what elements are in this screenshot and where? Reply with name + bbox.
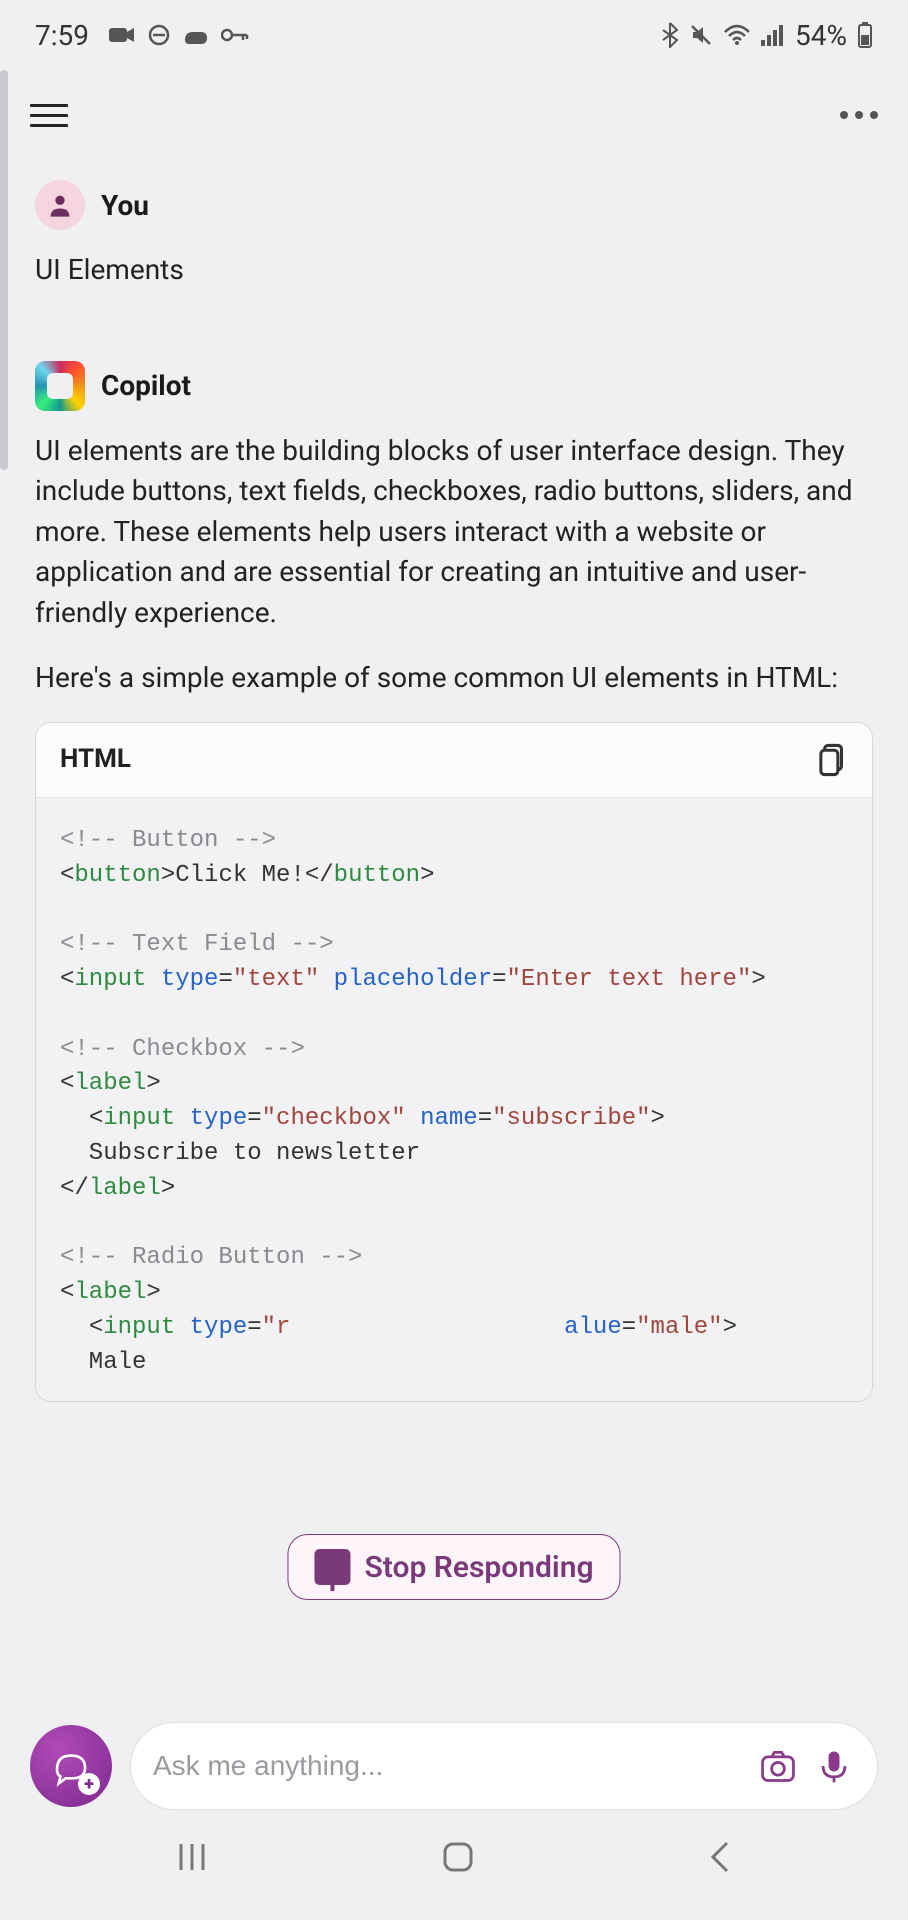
copy-code-button[interactable] [818, 743, 848, 777]
user-message: You UI Elements [35, 180, 873, 291]
code-language-label: HTML [60, 741, 131, 779]
message-input-container[interactable] [130, 1722, 878, 1810]
app-header [0, 70, 908, 160]
camera-button[interactable] [757, 1745, 799, 1787]
android-nav-bar [0, 1810, 908, 1920]
stop-responding-label: Stop Responding [364, 1550, 593, 1585]
assistant-message: Copilot UI elements are the building blo… [35, 361, 873, 1402]
code-block: HTML <!-- Button --> <button>Click Me!</… [35, 722, 873, 1401]
stop-responding-button[interactable]: Stop Responding [287, 1534, 620, 1600]
home-button[interactable] [440, 1839, 476, 1879]
assistant-paragraph: UI elements are the building blocks of u… [35, 431, 873, 634]
cast-icon [183, 24, 209, 46]
signal-icon [761, 24, 785, 46]
more-options-button[interactable] [840, 111, 878, 119]
wifi-icon [723, 24, 751, 46]
bluetooth-icon [661, 22, 679, 48]
battery-percent: 54% [795, 19, 847, 52]
status-left: 7:59 [35, 19, 249, 52]
status-right: 54% [661, 19, 873, 52]
user-name-label: You [101, 189, 149, 222]
mute-icon [689, 23, 713, 47]
back-button[interactable] [707, 1839, 733, 1879]
message-input[interactable] [153, 1750, 743, 1782]
chat-scroll-area[interactable]: You UI Elements Copilot UI elements are … [0, 160, 908, 1660]
plus-icon: + [78, 1773, 100, 1795]
copilot-avatar [35, 361, 85, 411]
do-not-disturb-icon [147, 23, 171, 47]
status-time: 7:59 [35, 19, 89, 52]
user-message-text: UI Elements [35, 250, 873, 291]
code-content: <!-- Button --> <button>Click Me!</butto… [36, 798, 872, 1401]
input-bar: + [0, 1722, 908, 1810]
user-avatar [35, 180, 85, 230]
stop-icon [314, 1549, 350, 1585]
video-icon [109, 25, 135, 45]
key-icon [221, 27, 249, 43]
microphone-button[interactable] [813, 1745, 855, 1787]
battery-icon [857, 22, 873, 48]
new-topic-button[interactable]: + [30, 1725, 112, 1807]
assistant-name-label: Copilot [101, 369, 191, 402]
scroll-indicator [0, 70, 8, 470]
android-status-bar: 7:59 54% [0, 0, 908, 70]
assistant-paragraph: Here's a simple example of some common U… [35, 658, 873, 699]
menu-button[interactable] [30, 104, 68, 127]
recents-button[interactable] [175, 1840, 209, 1878]
